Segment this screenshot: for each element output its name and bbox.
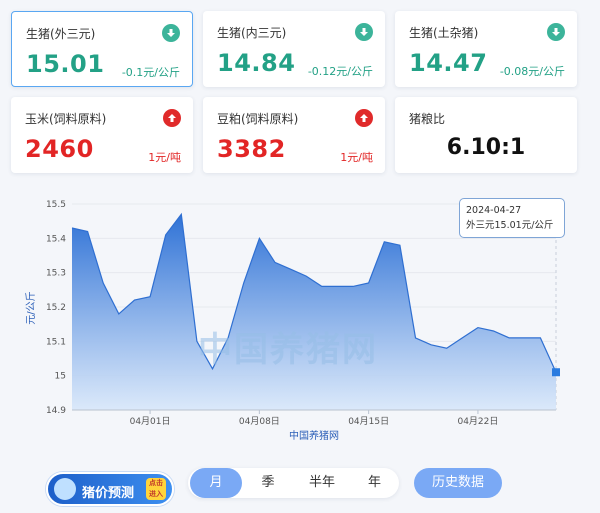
tooltip-date: 2024-04-27 [466, 205, 522, 216]
period-selector: 月 季 半年 年 [188, 468, 399, 498]
series-area-fill [72, 214, 556, 410]
price-card-corn[interactable]: 玉米(饲料原料) 2460 1元/吨 [11, 97, 193, 173]
arrow-down-icon [355, 23, 373, 41]
card-title: 生猪(内三元) [217, 26, 287, 40]
price-card-waisanyuan[interactable]: 生猪(外三元) 15.01 -0.1元/公斤 [11, 11, 193, 87]
card-value: 15.01 [26, 50, 105, 78]
card-change: -0.08元/公斤 [499, 65, 565, 78]
card-value: 3382 [217, 135, 286, 163]
card-value: 14.47 [409, 49, 488, 77]
y-tick-label: 15.4 [46, 234, 66, 244]
watermark-text: 中国养猪网 [198, 330, 378, 370]
series-area [71, 212, 560, 410]
card-value: 14.84 [217, 49, 296, 77]
y-tick-label: 15.2 [46, 303, 66, 313]
period-quarter-button[interactable]: 季 [244, 468, 292, 498]
arrow-up-icon [163, 109, 181, 127]
card-value: 2460 [25, 135, 94, 163]
x-tick-label: 04月15日 [348, 416, 389, 427]
price-forecast-button[interactable]: 猪价预测 点击进入 [46, 472, 174, 506]
card-change: 1元/吨 [340, 151, 373, 164]
card-change: -0.12元/公斤 [307, 65, 373, 78]
y-tick-label: 15.1 [46, 337, 66, 347]
y-axis-label: 元/公斤 [25, 291, 37, 324]
cloud-icon [54, 478, 76, 500]
card-value: 6.10:1 [446, 135, 526, 160]
chart-tooltip: 2024-04-27 外三元15.01元/公斤 [459, 198, 565, 238]
card-change: 1元/吨 [148, 151, 181, 164]
period-year-button[interactable]: 年 [352, 468, 397, 498]
period-halfyear-button[interactable]: 半年 [294, 468, 350, 498]
arrow-down-icon [547, 23, 565, 41]
card-title: 玉米(饲料原料) [25, 112, 107, 126]
x-tick-label: 04月01日 [130, 416, 171, 427]
y-tick-label: 14.9 [46, 406, 66, 416]
ratio-card[interactable]: 猪粮比 6.10:1 [395, 97, 577, 173]
tooltip-text: 外三元15.01元/公斤 [466, 220, 554, 231]
price-card-neisanyuan[interactable]: 生猪(内三元) 14.84 -0.12元/公斤 [203, 11, 385, 87]
x-tick-label: 04月22日 [457, 416, 498, 427]
y-tick-label: 15 [55, 372, 66, 382]
card-title: 豆粕(饲料原料) [217, 112, 299, 126]
x-tick-label: 04月08日 [239, 416, 280, 427]
y-tick-label: 15.5 [46, 200, 66, 210]
x-axis-label: 中国养猪网 [289, 429, 339, 442]
price-card-soymeal[interactable]: 豆粕(饲料原料) 3382 1元/吨 [203, 97, 385, 173]
price-card-tuzazhu[interactable]: 生猪(土杂猪) 14.47 -0.08元/公斤 [395, 11, 577, 87]
card-title: 生猪(外三元) [26, 27, 96, 41]
card-title: 猪粮比 [409, 112, 446, 126]
y-tick-label: 15.3 [46, 269, 66, 279]
period-month-button[interactable]: 月 [190, 468, 242, 498]
enter-tag: 点击进入 [146, 478, 166, 500]
price-forecast-label: 猪价预测 [82, 486, 135, 501]
history-data-button[interactable]: 历史数据 [414, 468, 502, 498]
data-point-marker [552, 368, 560, 377]
card-change: -0.1元/公斤 [121, 66, 180, 79]
arrow-down-icon [162, 24, 180, 42]
card-title: 生猪(土杂猪) [409, 26, 479, 40]
arrow-up-icon [355, 109, 373, 127]
